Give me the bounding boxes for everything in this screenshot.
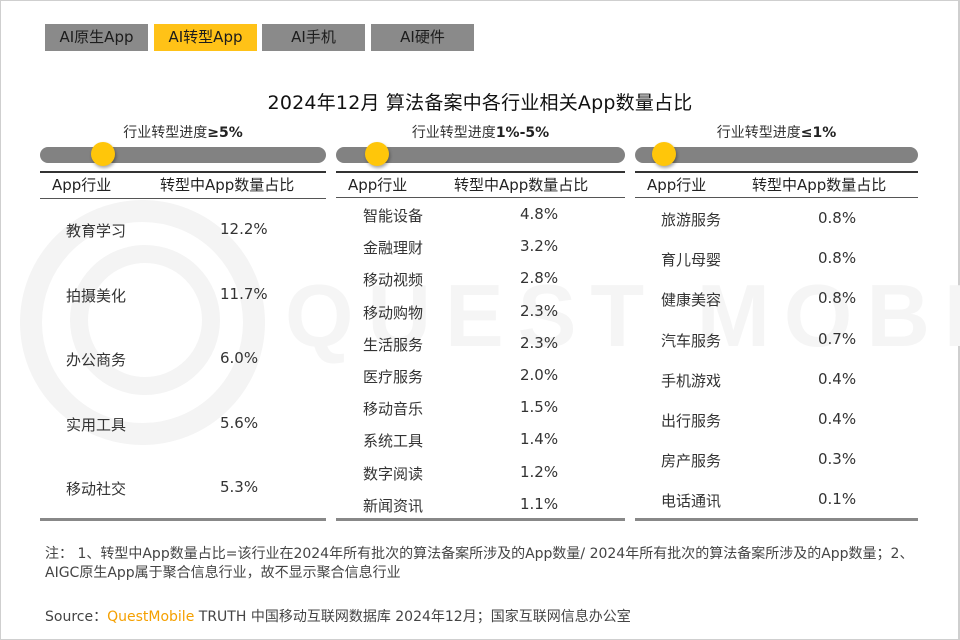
column-header-industry: App行业	[647, 176, 707, 194]
share-value: 0.1%	[818, 490, 857, 509]
industry-name: 出行服务	[661, 412, 722, 430]
share-value: 5.3%	[220, 478, 259, 496]
industry-name: 移动视频	[363, 271, 424, 290]
industry-name: 育儿母婴	[661, 251, 722, 270]
industry-name: 旅游服务	[661, 211, 722, 229]
caption-prefix: 行业转型进度	[716, 125, 801, 141]
progress-slider-track[interactable]	[635, 142, 918, 166]
share-value: 4.8%	[520, 205, 559, 223]
share-value: 1.4%	[520, 430, 559, 449]
caption-prefix: 行业转型进度	[411, 125, 496, 141]
source-brand: QuestMobile	[107, 609, 195, 625]
column-header-share: 转型中App数量占比	[752, 176, 887, 194]
share-value: 0.8%	[818, 249, 857, 268]
panel-caption: 行业转型进度≥5%	[40, 122, 326, 142]
industry-name: 电话通讯	[661, 492, 722, 511]
share-value: 0.4%	[818, 369, 857, 388]
share-value: 3.2%	[520, 237, 559, 256]
industry-name: 新闻资讯	[363, 496, 424, 515]
industry-name: 汽车服务	[661, 331, 722, 350]
share-value: 0.8%	[818, 209, 857, 227]
column-header-industry: App行业	[52, 176, 112, 194]
page-title: 2024年12月 算法备案中各行业相关App数量占比	[267, 92, 693, 114]
header-bottom-rule	[336, 197, 625, 198]
industry-name: 办公商务	[66, 351, 127, 369]
industry-name: 实用工具	[66, 415, 127, 434]
share-value: 1.1%	[520, 494, 559, 513]
industry-name: 系统工具	[363, 432, 424, 451]
share-value: 0.4%	[818, 410, 857, 428]
source-prefix: Source：	[45, 609, 108, 625]
share-value: 0.7%	[818, 329, 857, 348]
column-header-industry: App行业	[348, 176, 408, 194]
industry-name: 移动音乐	[363, 400, 424, 419]
panel-caption: 行业转型进度≤1%	[635, 122, 918, 142]
share-value: 2.3%	[520, 333, 559, 352]
industry-name: 房产服务	[661, 452, 722, 471]
table-bottom-rule	[635, 518, 918, 521]
share-value: 1.5%	[520, 398, 559, 417]
share-value: 2.0%	[520, 366, 559, 384]
industry-name: 生活服务	[363, 335, 424, 354]
industry-name: 教育学习	[66, 222, 127, 240]
industry-name: 智能设备	[363, 207, 424, 225]
source-line: Source：QuestMobile TRUTH 中国移动互联网数据库 2024…	[45, 606, 631, 626]
tab-ai-hardware[interactable]: AI硬件	[371, 24, 474, 51]
share-value: 1.2%	[520, 462, 559, 481]
tab-ai-transform-app[interactable]: AI转型App	[154, 24, 257, 51]
share-value: 0.3%	[818, 450, 857, 469]
industry-name: 金融理财	[363, 239, 424, 258]
tab-ai-phone[interactable]: AI手机	[262, 24, 365, 51]
header-top-rule	[635, 171, 918, 173]
share-value: 12.2%	[220, 220, 268, 238]
column-header-share: 转型中App数量占比	[454, 176, 589, 194]
progress-slider-thumb[interactable]	[364, 142, 389, 166]
panel-caption: 行业转型进度1%-5%	[336, 122, 625, 142]
share-value: 2.3%	[520, 301, 559, 320]
industry-name: 拍摄美化	[66, 286, 127, 305]
header-bottom-rule	[635, 197, 918, 198]
industry-name: 数字阅读	[363, 464, 424, 483]
source-suffix: TRUTH 中国移动互联网数据库 2024年12月；国家互联网信息办公室	[194, 609, 631, 625]
share-value: 0.8%	[818, 289, 857, 308]
industry-name: 手机游戏	[661, 371, 722, 390]
caption-prefix: 行业转型进度	[123, 125, 208, 141]
progress-slider-track[interactable]	[336, 142, 625, 166]
footnote: 注： 1、转型中App数量占比=该行业在2024年所有批次的算法备案所涉及的Ap…	[45, 546, 914, 581]
industry-name: 医疗服务	[363, 368, 424, 386]
column-header-share: 转型中App数量占比	[160, 176, 295, 194]
share-value: 11.7%	[220, 284, 268, 303]
table-bottom-rule	[40, 518, 326, 521]
share-value: 6.0%	[220, 349, 259, 367]
caption-value: ≤1%	[800, 125, 837, 141]
industry-name: 健康美容	[661, 291, 722, 310]
industry-name: 移动购物	[363, 303, 424, 322]
share-value: 5.6%	[220, 413, 259, 432]
progress-slider-thumb[interactable]	[91, 142, 116, 166]
header-bottom-rule	[40, 198, 326, 199]
progress-slider-thumb[interactable]	[651, 142, 676, 166]
caption-value: 1%-5%	[495, 125, 550, 141]
tab-ai-native-app[interactable]: AI原生App	[45, 24, 148, 51]
industry-name: 移动社交	[66, 480, 127, 498]
caption-value: ≥5%	[207, 125, 243, 141]
table-bottom-rule	[336, 518, 625, 521]
header-top-rule	[40, 171, 326, 173]
share-value: 2.8%	[520, 269, 559, 288]
progress-slider-track[interactable]	[40, 142, 326, 166]
header-top-rule	[336, 171, 625, 173]
